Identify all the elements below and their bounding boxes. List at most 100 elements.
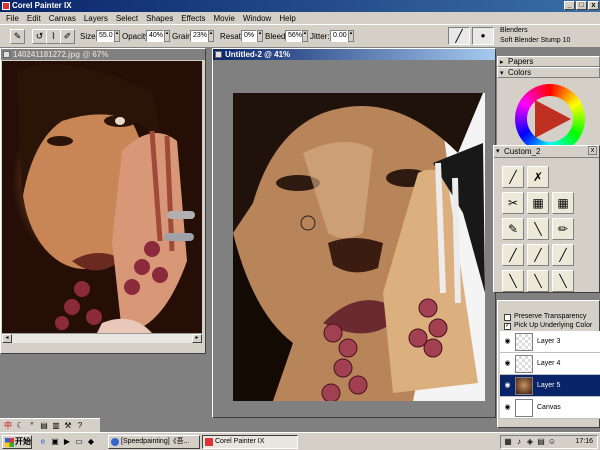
- stroke-type-icon[interactable]: ⌇: [46, 29, 61, 44]
- menu-effects[interactable]: Effects: [177, 14, 209, 23]
- layer-name: Layer 5: [537, 382, 561, 389]
- menu-edit[interactable]: Edit: [23, 14, 45, 23]
- tray-network-icon[interactable]: ▦: [503, 437, 513, 447]
- charcoal-brush-icon[interactable]: ╲: [527, 218, 549, 240]
- blender-brush-icon[interactable]: ╱: [502, 166, 524, 188]
- tray-messenger-icon[interactable]: ☺: [547, 437, 557, 447]
- clock[interactable]: 17:16: [575, 438, 593, 445]
- pastel-brush-icon[interactable]: ✎: [502, 218, 524, 240]
- eye-icon[interactable]: ◉: [503, 359, 512, 368]
- eye-icon[interactable]: ◉: [503, 381, 512, 390]
- ime-punctuation-icon[interactable]: °: [27, 421, 37, 431]
- quicklaunch-ie-icon[interactable]: e: [38, 437, 48, 447]
- task-corel-painter[interactable]: Corel Painter IX: [202, 435, 298, 449]
- collapse-triangle-icon[interactable]: ▾: [500, 69, 504, 78]
- maximize-button[interactable]: □: [576, 1, 587, 10]
- quicklaunch-desktop-icon[interactable]: ▣: [50, 437, 60, 447]
- menu-movie[interactable]: Movie: [210, 14, 239, 23]
- reference-document-titlebar[interactable]: 140241181272.jpg @ 67%: [1, 49, 205, 60]
- layer-row-layer-5[interactable]: ◉ Layer 5: [500, 375, 600, 397]
- oil-brush-icon[interactable]: ╲: [502, 270, 524, 292]
- opacity-spinner[interactable]: ▴: [164, 30, 170, 42]
- resat-spinner[interactable]: ▴: [257, 30, 263, 42]
- collapse-triangle-icon[interactable]: ▾: [496, 147, 500, 155]
- tray-security-icon[interactable]: ◈: [525, 437, 535, 447]
- tray-volume-icon[interactable]: ♪: [514, 437, 524, 447]
- scroll-left-arrow-icon[interactable]: ◂: [2, 334, 12, 343]
- ime-tools-icon[interactable]: ⚒: [63, 421, 73, 431]
- ime-keyboard-icon[interactable]: ▤: [39, 421, 49, 431]
- saturation-value-triangle[interactable]: [533, 96, 573, 142]
- eye-icon[interactable]: ◉: [503, 403, 512, 412]
- felt-pen-icon[interactable]: ╱: [552, 244, 574, 266]
- menu-canvas[interactable]: Canvas: [45, 14, 80, 23]
- scroll-right-arrow-icon[interactable]: ▸: [192, 334, 202, 343]
- ime-moon-icon[interactable]: ☾: [15, 421, 25, 431]
- app-title-bar[interactable]: Corel Painter IX _ □ x: [0, 0, 600, 12]
- close-button[interactable]: x: [588, 1, 599, 10]
- brush-category-icon[interactable]: ╱: [448, 27, 470, 45]
- quicklaunch-media-icon[interactable]: ▶: [62, 437, 72, 447]
- task-speedpainting[interactable]: [Speedpainting]《吾...: [108, 435, 200, 449]
- brush-tool-icon[interactable]: ✎: [10, 29, 25, 44]
- reference-document-window[interactable]: 140241181272.jpg @ 67% ◂ ▸: [0, 48, 206, 354]
- brush-category-label[interactable]: Blenders: [500, 27, 528, 34]
- resat-input[interactable]: 0%: [241, 30, 257, 42]
- size-spinner[interactable]: ▴: [114, 30, 120, 42]
- freehand-icon[interactable]: ✐: [60, 29, 75, 44]
- jitter-spinner[interactable]: ▴: [348, 30, 354, 42]
- colors-palette-header[interactable]: ▾ Colors: [497, 67, 600, 78]
- papers-palette-header[interactable]: ▸ Papers: [497, 56, 600, 67]
- tray-printer-icon[interactable]: ▤: [536, 437, 546, 447]
- quicklaunch-app-icon[interactable]: ◆: [86, 437, 96, 447]
- menu-window[interactable]: Window: [239, 14, 275, 23]
- painting-document-window[interactable]: Untitled-2 @ 41%: [212, 48, 496, 418]
- layer-row-layer-3[interactable]: ◉ Layer 3: [500, 331, 600, 353]
- grain-input[interactable]: 23%: [190, 30, 208, 42]
- menu-shapes[interactable]: Shapes: [142, 14, 177, 23]
- size-input[interactable]: 55.0: [96, 30, 114, 42]
- reset-tool-icon[interactable]: ↺: [32, 29, 47, 44]
- brush-variant-label[interactable]: Soft Blender Stump 10: [500, 37, 570, 44]
- ime-help-icon[interactable]: ?: [75, 421, 85, 431]
- reference-horizontal-scrollbar[interactable]: ◂ ▸: [2, 333, 202, 343]
- crayon-brush-icon[interactable]: ╱: [527, 244, 549, 266]
- menu-help[interactable]: Help: [275, 14, 299, 23]
- painting-canvas[interactable]: [233, 93, 485, 401]
- painter-app-icon[interactable]: [2, 2, 10, 10]
- expand-triangle-icon[interactable]: ▸: [500, 58, 504, 67]
- bleed-spinner[interactable]: ▴: [302, 30, 308, 42]
- eye-icon[interactable]: ◉: [503, 337, 512, 346]
- preserve-transparency-checkbox[interactable]: [504, 314, 511, 321]
- menu-layers[interactable]: Layers: [80, 14, 112, 23]
- brush-variant-icon[interactable]: ●: [472, 27, 494, 45]
- liquid-ink-icon[interactable]: ╲: [552, 270, 574, 292]
- quicklaunch-folder-icon[interactable]: ▭: [74, 437, 84, 447]
- grain-spinner[interactable]: ▴: [208, 30, 214, 42]
- chalk-brush-icon[interactable]: ╱: [502, 244, 524, 266]
- pencil-brush-icon[interactable]: ✏: [552, 218, 574, 240]
- custom-palette[interactable]: ▾ Custom_2 x ╱ ✗ ✂ ▦ ▦ ✎ ╲ ✏ ╱ ╱ ╱ ╲ ╲ ╲: [493, 145, 600, 293]
- ime-chinese-icon[interactable]: 中: [3, 421, 13, 431]
- minimize-button[interactable]: _: [564, 1, 575, 10]
- painting-document-titlebar[interactable]: Untitled-2 @ 41%: [213, 49, 495, 60]
- ime-softkey-icon[interactable]: ▥: [51, 421, 61, 431]
- eraser-brush-icon[interactable]: ✗: [527, 166, 549, 188]
- start-button[interactable]: 开始: [2, 435, 32, 449]
- menu-select[interactable]: Select: [112, 14, 142, 23]
- opacity-input[interactable]: 40%: [146, 30, 164, 42]
- bleed-input[interactable]: 56%: [285, 30, 302, 42]
- knife-brush-icon[interactable]: ✂: [502, 192, 524, 214]
- layer-row-layer-4[interactable]: ◉ Layer 4: [500, 353, 600, 375]
- pick-up-underlying-color-checkbox[interactable]: ✓: [504, 323, 511, 330]
- layer-row-canvas[interactable]: ◉ Canvas: [500, 397, 600, 419]
- spray-brush-icon[interactable]: ▦: [552, 192, 574, 214]
- airbrush-icon[interactable]: ▦: [527, 192, 549, 214]
- custom-palette-close-button[interactable]: x: [588, 146, 597, 155]
- palette-knife-icon[interactable]: ╲: [527, 270, 549, 292]
- jitter-input[interactable]: 0.00: [330, 30, 348, 42]
- layers-palette[interactable]: Preserve Transparency ✓ Pick Up Underlyi…: [497, 300, 600, 428]
- custom-palette-titlebar[interactable]: ▾ Custom_2 x: [494, 146, 599, 158]
- menu-file[interactable]: File: [2, 14, 23, 23]
- document-icon: [3, 51, 10, 58]
